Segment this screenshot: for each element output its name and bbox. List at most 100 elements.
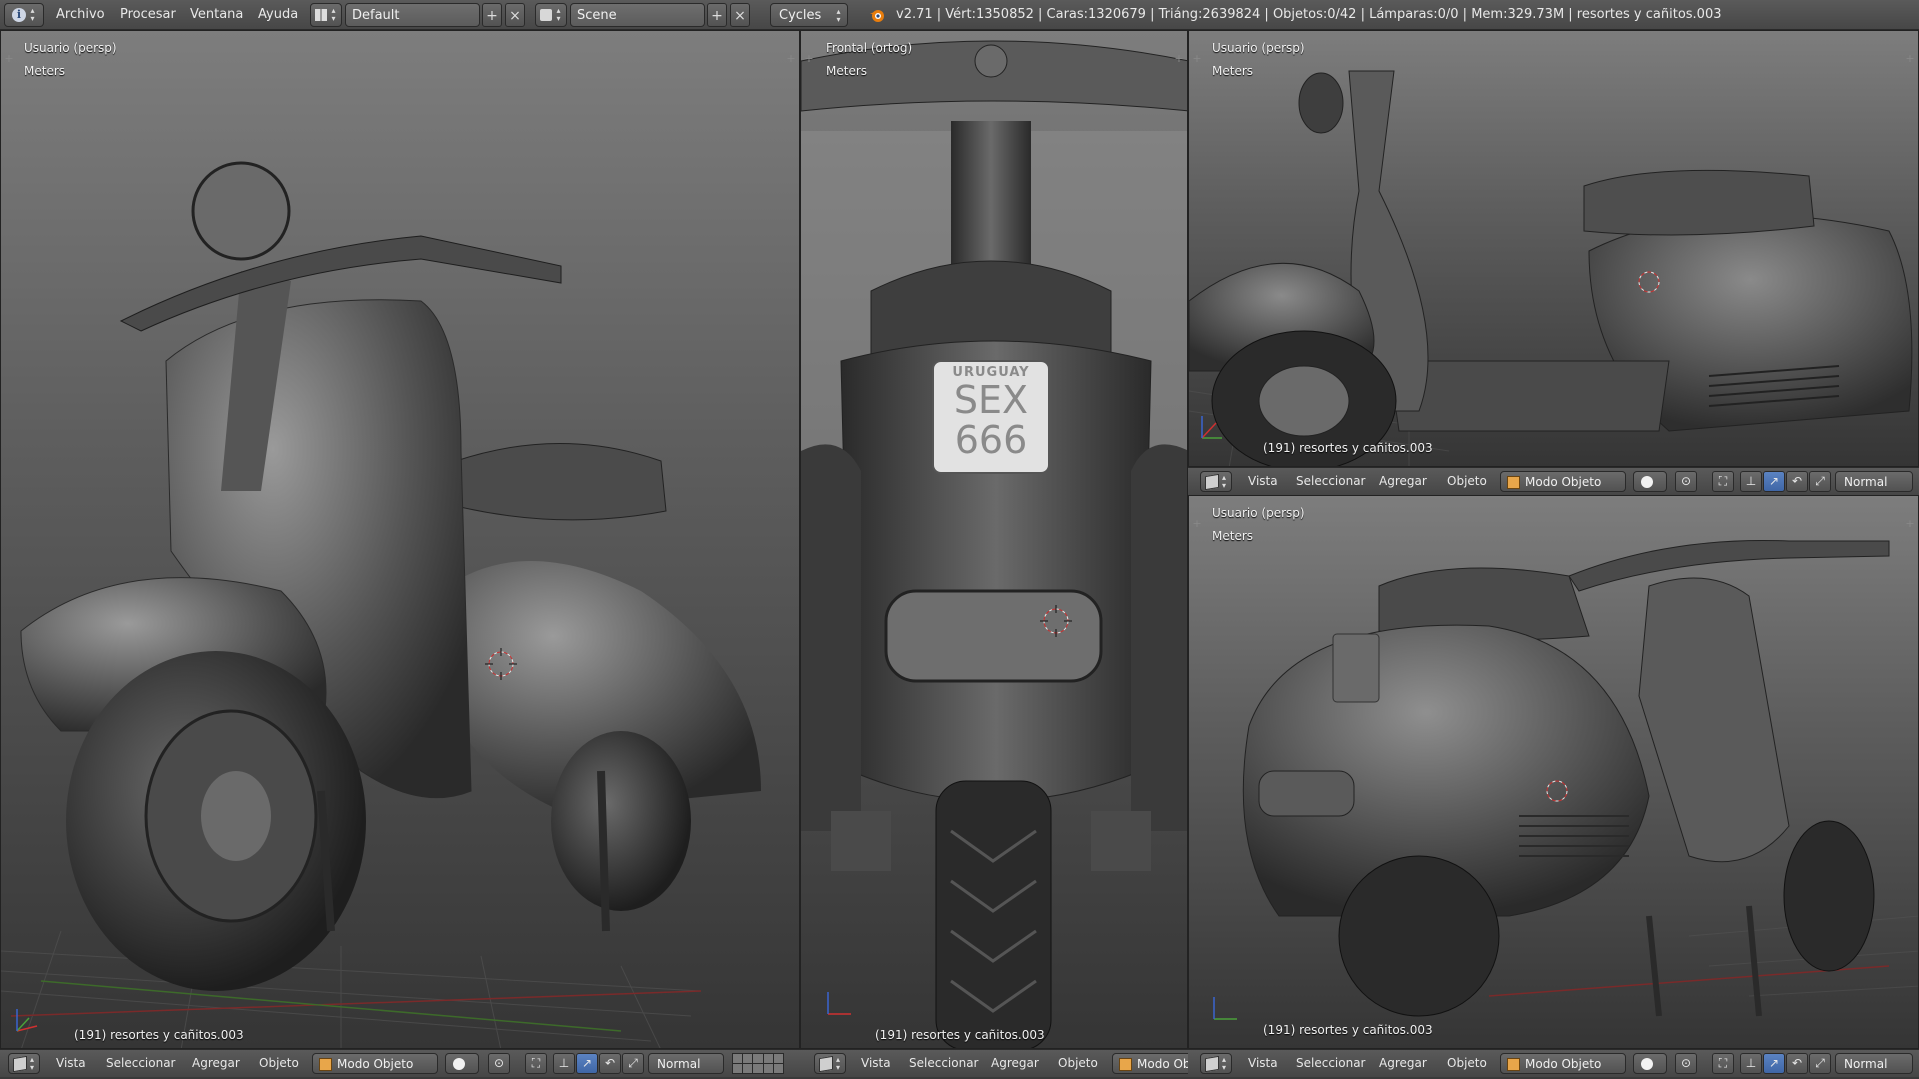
menu-agregar[interactable]: Agregar [987,1053,1043,1074]
menu-vista[interactable]: Vista [1244,1053,1282,1074]
scale-manipulator-button[interactable]: ⤢ [1809,1053,1831,1074]
translate-manipulator-button[interactable]: ↗ [576,1053,598,1074]
editor-type-selector[interactable]: i ▴ ▾ [4,3,44,27]
pivot-point-button[interactable]: ⊙ [488,1053,510,1074]
interaction-mode-select[interactable]: Modo Objeto [1500,471,1626,492]
add-layout-button[interactable]: + [482,3,502,27]
pivot-point-button[interactable]: ⊙ [1675,471,1697,492]
interaction-mode-select[interactable]: Modo Objeto [1500,1053,1626,1074]
area-split-icon[interactable]: + [1191,53,1203,65]
manipulator-toggle[interactable]: ⊥ [1740,1053,1762,1074]
menu-seleccionar[interactable]: Seleccionar [102,1053,179,1074]
menu-seleccionar[interactable]: Seleccionar [1292,471,1369,492]
rotate-icon: ↶ [1791,474,1803,488]
plus-icon: + [711,8,723,24]
rotate-manipulator-button[interactable]: ↶ [1786,471,1808,492]
layers-only-button[interactable]: ⛶ [1712,1053,1734,1074]
editor-type-selector[interactable]: ▴ ▾ [814,1053,846,1074]
arrow-icon: ↗ [1768,474,1780,488]
menu-seleccionar[interactable]: Seleccionar [1292,1053,1369,1074]
scene-name-field[interactable]: Scene [570,3,705,27]
axis-gizmo-icon [16,1009,38,1032]
plate-line-3: 666 [954,418,1028,462]
scooter-render-front [801,40,1187,1048]
translate-manipulator-button[interactable]: ↗ [1763,1053,1785,1074]
manipulator-icon: ⊥ [558,1056,570,1070]
remove-scene-button[interactable]: × [730,3,750,27]
render-engine-select[interactable]: Cycles ▴ ▾ [770,3,848,27]
viewport-view-label: Frontal (ortog) [826,41,913,55]
menu-vista[interactable]: Vista [52,1053,90,1074]
interaction-mode-select[interactable]: Modo Objeto [312,1053,438,1074]
menu-seleccionar[interactable]: Seleccionar [905,1053,982,1074]
viewport-shading-select[interactable] [1633,471,1667,492]
menu-objeto[interactable]: Objeto [255,1053,303,1074]
editor-type-selector[interactable]: ▴ ▾ [8,1053,40,1074]
active-object-label: (191) resortes y cañitos.003 [1263,1023,1433,1037]
viewport-units-label: Meters [24,64,66,78]
transform-orientation-select[interactable]: Normal [648,1053,724,1074]
menu-agregar[interactable]: Agregar [188,1053,244,1074]
scooter-render-side [1189,70,1913,466]
viewport-shading-select[interactable] [445,1053,479,1074]
area-split-icon[interactable]: + [1904,53,1916,65]
scene-browse-button[interactable]: ▴ ▾ [535,3,567,27]
interaction-mode-select[interactable]: Modo Ob [1112,1053,1188,1074]
scale-manipulator-button[interactable]: ⤢ [622,1053,644,1074]
area-split-icon[interactable]: + [785,53,797,65]
layout-name-field[interactable]: Default [345,3,480,27]
viewport-middle[interactable]: URUGUAY SEX 666 Frontal (ortog) Meters +… [800,30,1188,1049]
editor-type-selector[interactable]: ▴ ▾ [1200,1053,1232,1074]
layers-only-button[interactable]: ⛶ [525,1053,547,1074]
translate-manipulator-button[interactable]: ↗ [1763,471,1785,492]
rotate-manipulator-button[interactable]: ↶ [599,1053,621,1074]
viewport-top-right[interactable]: Usuario (persp) Meters + + (191) resorte… [1188,30,1919,467]
info-icon: i [12,8,26,22]
layout-browse-button[interactable]: ▴ ▾ [310,3,342,27]
menu-ventana[interactable]: Ventana [186,3,247,27]
scale-manipulator-button[interactable]: ⤢ [1809,471,1831,492]
updown-arrows-icon: ▴ ▾ [836,7,841,24]
viewport-view-label: Usuario (persp) [1212,41,1305,55]
manipulator-icon: ⊥ [1745,1056,1757,1070]
menu-objeto[interactable]: Objeto [1443,471,1491,492]
layer-buttons[interactable] [732,1053,784,1074]
area-split-icon[interactable]: + [3,53,15,65]
menu-procesar[interactable]: Procesar [116,3,180,27]
cube-icon [1204,473,1219,490]
menu-vista[interactable]: Vista [857,1053,895,1074]
menu-agregar[interactable]: Agregar [1375,471,1431,492]
updown-arrows-icon: ▴ ▾ [1221,1054,1226,1072]
menu-ayuda[interactable]: Ayuda [254,3,302,27]
viewport-left[interactable]: Usuario (persp) Meters + + (191) resorte… [0,30,800,1049]
viewport-shading-select[interactable] [1633,1053,1667,1074]
manipulator-toggle[interactable]: ⊥ [1740,471,1762,492]
editor-type-selector[interactable]: ▴ ▾ [1200,471,1232,492]
arrow-icon: ↗ [581,1056,593,1070]
menu-archivo[interactable]: Archivo [52,3,109,27]
render-engine-value: Cycles [779,8,822,23]
viewport-bottom-right[interactable]: Usuario (persp) Meters + + (191) resorte… [1188,495,1919,1049]
object-mode-icon [1507,476,1520,489]
rotate-manipulator-button[interactable]: ↶ [1786,1053,1808,1074]
remove-layout-button[interactable]: × [505,3,525,27]
pivot-point-button[interactable]: ⊙ [1675,1053,1697,1074]
area-split-icon[interactable]: + [803,53,815,65]
viewport-units-label: Meters [1212,64,1254,78]
area-split-icon[interactable]: + [1904,518,1916,530]
transform-orientation-select[interactable]: Normal [1835,471,1913,492]
menu-vista[interactable]: Vista [1244,471,1282,492]
updown-arrows-icon: ▴ ▾ [1221,472,1226,490]
menu-objeto[interactable]: Objeto [1443,1053,1491,1074]
manipulator-toggle[interactable]: ⊥ [553,1053,575,1074]
view3d-header-middle: ▴ ▾ Vista Seleccionar Agregar Objeto Modo… [800,1049,1188,1077]
add-scene-button[interactable]: + [707,3,727,27]
area-split-icon[interactable]: + [1191,518,1203,530]
updown-arrows-icon: ▴ ▾ [835,1054,840,1072]
transform-orientation-select[interactable]: Normal [1835,1053,1913,1074]
area-split-icon[interactable]: + [1173,53,1185,65]
menu-objeto[interactable]: Objeto [1054,1053,1102,1074]
viewport-units-label: Meters [826,64,868,78]
menu-agregar[interactable]: Agregar [1375,1053,1431,1074]
layers-only-button[interactable]: ⛶ [1712,471,1734,492]
